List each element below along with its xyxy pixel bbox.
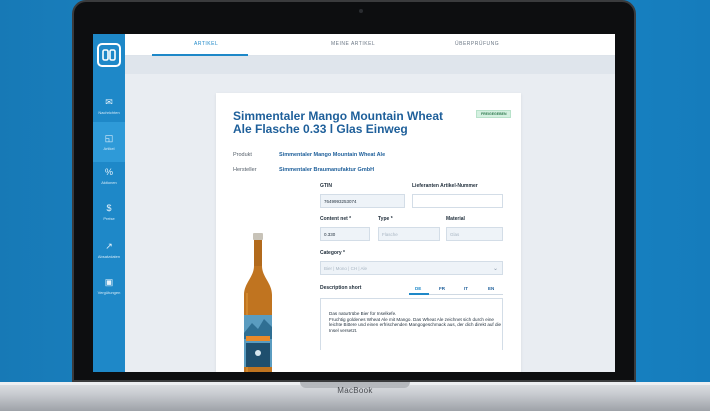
material-select[interactable]: Glas (446, 227, 503, 241)
content-input[interactable]: 0.330 (320, 227, 370, 241)
top-navigation: ARTIKEL MEINE ARTIKEL ÜBERPRÜFUNG (125, 34, 615, 56)
tab-ueberpruefung[interactable]: ÜBERPRÜFUNG (455, 41, 499, 47)
product-image (244, 233, 272, 372)
category-select[interactable]: Bier | Mono | CH | Ale ⌄ (320, 261, 503, 275)
description-textarea[interactable]: Das naturtrübe Bier für Inselkefe. Fruch… (320, 298, 503, 350)
category-placeholder: Bier | Mono | CH | Ale (324, 266, 368, 271)
bottle-icon: ◱ (104, 133, 114, 143)
type-label: Type * (378, 216, 393, 222)
messages-icon: ✉ (105, 97, 113, 107)
sidebar-item-label: Nachrichten (98, 110, 120, 115)
sidebar-item-aktionen[interactable]: % Aktionen (93, 156, 125, 196)
sidebar-item-nachrichten[interactable]: ✉ Nachrichten (93, 86, 125, 126)
device-label: MacBook (337, 386, 373, 395)
sidebar-item-label: Preise (103, 216, 115, 221)
percent-icon: % (104, 167, 113, 177)
chart-icon: ↗ (105, 241, 113, 251)
product-title: Simmentaler Mango Mountain Wheat Ale Fla… (233, 109, 444, 136)
dollar-icon: $ (106, 203, 112, 213)
description-text: Das naturtrübe Bier für Inselkefe. Fruch… (329, 311, 504, 333)
gtin-input[interactable]: 7649993253074 (320, 194, 405, 208)
gtin-label: GTIN (320, 183, 332, 189)
sidebar-item-absatzdaten[interactable]: ↗ Absatzdaten (93, 230, 125, 270)
language-tabs: DE FR IT EN (409, 285, 503, 295)
hersteller-label: Hersteller (233, 167, 257, 173)
lieferanten-input[interactable] (412, 194, 503, 208)
description-label: Description short (320, 285, 362, 291)
content-label: Content net * (320, 216, 352, 222)
sidebar-item-label: Vergütungen (97, 290, 121, 295)
sidebar-item-verguetungen[interactable]: ▣ Vergütungen (93, 266, 125, 306)
lieferanten-label: Lieferanten Artikel-Nummer (412, 183, 478, 189)
material-label: Material (446, 216, 465, 222)
sidebar-item-preise[interactable]: $ Preise (93, 192, 125, 232)
app-screen: ✉ Nachrichten ◱ Artikel % Aktionen $ Pre… (93, 34, 615, 372)
sidebar-item-label: Artikel (103, 146, 115, 151)
tab-language-it[interactable]: IT (464, 286, 468, 291)
app-logo[interactable] (97, 43, 121, 67)
tab-language-de[interactable]: DE (415, 286, 421, 291)
gift-icon: ▣ (104, 277, 114, 287)
produkt-value: Simmentaler Mango Mountain Wheat Ale (279, 152, 386, 158)
tab-meine-artikel[interactable]: MEINE ARTIKEL (331, 41, 375, 47)
produkt-label: Produkt (233, 152, 252, 158)
chevron-down-icon: ⌄ (492, 266, 498, 272)
status-badge: FREIGEGEBEN (476, 110, 512, 118)
camera-icon (359, 9, 363, 13)
description-line-2: Fruchtig goldenes Wheat Ale mit Mango. D… (329, 316, 502, 333)
hersteller-value: Simmentaler Braumanufaktur GmbH (279, 167, 375, 173)
sidebar-item-label: Aktionen (101, 180, 117, 185)
tab-language-fr[interactable]: FR (439, 286, 445, 291)
type-select[interactable]: Flasche (378, 227, 440, 241)
active-language-indicator (409, 293, 429, 295)
category-label: Category * (320, 250, 346, 256)
sidebar: ✉ Nachrichten ◱ Artikel % Aktionen $ Pre… (93, 34, 125, 372)
product-card: Simmentaler Mango Mountain Wheat Ale Fla… (216, 93, 521, 372)
sub-header-bar (125, 56, 615, 74)
tab-language-en[interactable]: EN (488, 286, 494, 291)
sidebar-item-label: Absatzdaten (97, 254, 121, 259)
tab-artikel[interactable]: ARTIKEL (194, 41, 218, 47)
